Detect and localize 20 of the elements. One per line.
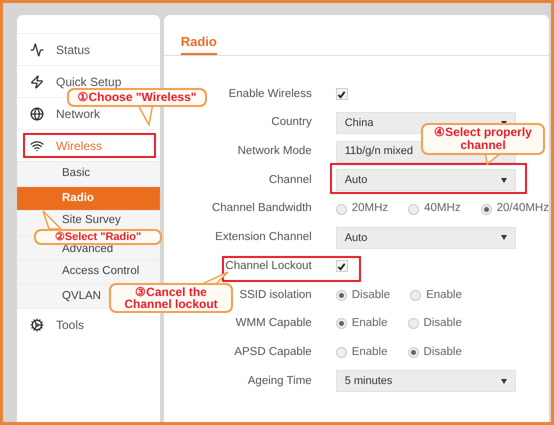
- field-label: Channel Lockout: [225, 258, 312, 274]
- radio-label: Enable: [352, 316, 388, 332]
- field-label: Enable Wireless: [228, 86, 312, 102]
- radio-label: Disable: [352, 288, 390, 303]
- radio-label: Enable: [352, 344, 388, 360]
- field-label: Ageing Time: [248, 374, 312, 389]
- radio-label: 20/40MHz: [496, 201, 549, 216]
- radio-label: Disable: [424, 316, 462, 332]
- field-label: Channel: [268, 172, 312, 188]
- field-label: Country: [271, 115, 312, 130]
- radio-label: 20MHz: [352, 201, 388, 216]
- radio-label: 40MHz: [424, 201, 461, 216]
- field-label: SSID isolation: [239, 288, 312, 303]
- field-label: Channel Bandwidth: [212, 201, 312, 216]
- field-label: APSD Capable: [234, 344, 312, 360]
- field-label: Extension Channel: [215, 230, 312, 246]
- radio-label: Disable: [424, 344, 462, 360]
- field-label: WMM Capable: [236, 316, 312, 332]
- field-label: Network Mode: [238, 144, 312, 160]
- radio-label: Enable: [426, 288, 462, 303]
